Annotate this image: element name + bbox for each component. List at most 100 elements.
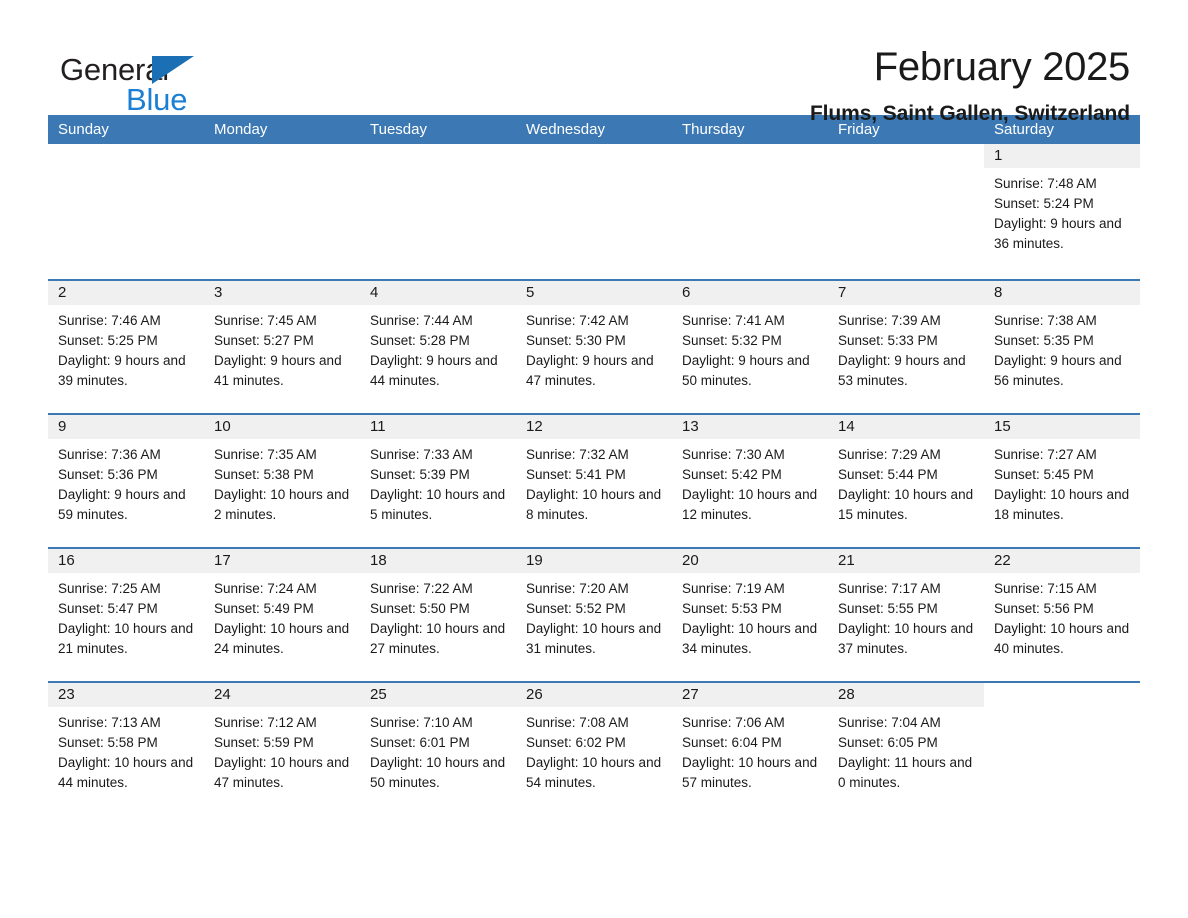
calendar-body: 1 Sunrise: 7:48 AM Sunset: 5:24 PM Daylight…: [48, 144, 1140, 815]
weekday-header-saturday: Saturday: [994, 121, 1055, 138]
calendar-cell-empty: [984, 683, 1140, 815]
sunrise-text: Sunrise: 7:10 AM: [370, 715, 473, 730]
calendar-day-cell[interactable]: 19 Sunrise: 7:20 AM Sunset: 5:52 PM Dayligh…: [516, 549, 672, 681]
sunrise-text: Sunrise: 7:45 AM: [214, 313, 317, 328]
calendar-day-cell[interactable]: 6 Sunrise: 7:41 AM Sunset: 5:32 PM Daylight…: [672, 281, 828, 413]
sunset-text: Sunset: 5:38 PM: [214, 467, 314, 482]
calendar-day-cell[interactable]: 23 Sunrise: 7:13 AM Sunset: 5:58 PM Dayligh…: [48, 683, 204, 815]
sunset-text: Sunset: 5:39 PM: [370, 467, 470, 482]
sunset-text: Sunset: 5:42 PM: [682, 467, 782, 482]
calendar-day-cell[interactable]: 13 Sunrise: 7:30 AM Sunset: 5:42 PM Dayligh…: [672, 415, 828, 547]
logo-triangle-icon: [152, 56, 194, 84]
day-number: 20: [672, 549, 828, 573]
sunset-text: Sunset: 5:53 PM: [682, 601, 782, 616]
general-blue-logo[interactable]: General Blue: [48, 46, 248, 122]
calendar-day-cell[interactable]: 4 Sunrise: 7:44 AM Sunset: 5:28 PM Daylight…: [360, 281, 516, 413]
calendar-day-cell[interactable]: 12 Sunrise: 7:32 AM Sunset: 5:41 PM Dayligh…: [516, 415, 672, 547]
sunset-text: Sunset: 5:49 PM: [214, 601, 314, 616]
sunrise-text: Sunrise: 7:27 AM: [994, 447, 1097, 462]
calendar-day-cell[interactable]: 28 Sunrise: 7:04 AM Sunset: 6:05 PM Dayligh…: [828, 683, 984, 815]
weekday-header-tuesday: Tuesday: [370, 121, 427, 138]
sunrise-text: Sunrise: 7:33 AM: [370, 447, 473, 462]
day-number: [48, 144, 204, 168]
day-number: 13: [672, 415, 828, 439]
calendar-cell-empty: [828, 144, 984, 279]
day-details: Sunrise: 7:44 AM Sunset: 5:28 PM Daylight:…: [360, 305, 516, 391]
daylight-text: Daylight: 9 hours and 41 minutes.: [214, 353, 342, 388]
sunrise-text: Sunrise: 7:46 AM: [58, 313, 161, 328]
sunrise-text: Sunrise: 7:32 AM: [526, 447, 629, 462]
daylight-text: Daylight: 11 hours and 0 minutes.: [838, 755, 973, 790]
day-details: Sunrise: 7:45 AM Sunset: 5:27 PM Daylight:…: [204, 305, 360, 391]
calendar-day-cell[interactable]: 8 Sunrise: 7:38 AM Sunset: 5:35 PM Daylight…: [984, 281, 1140, 413]
calendar-day-cell[interactable]: 1 Sunrise: 7:48 AM Sunset: 5:24 PM Daylight…: [984, 144, 1140, 279]
sunrise-text: Sunrise: 7:06 AM: [682, 715, 785, 730]
page-header: General Blue February 2025 Flums, Saint …: [48, 0, 1140, 125]
calendar-day-cell[interactable]: 25 Sunrise: 7:10 AM Sunset: 6:01 PM Dayligh…: [360, 683, 516, 815]
sunrise-text: Sunrise: 7:48 AM: [994, 176, 1097, 191]
day-number: 8: [984, 281, 1140, 305]
sunset-text: Sunset: 5:55 PM: [838, 601, 938, 616]
day-details: Sunrise: 7:12 AM Sunset: 5:59 PM Daylight:…: [204, 707, 360, 793]
day-number: 12: [516, 415, 672, 439]
calendar-day-cell[interactable]: 14 Sunrise: 7:29 AM Sunset: 5:44 PM Dayligh…: [828, 415, 984, 547]
calendar-week-row: 2 Sunrise: 7:46 AM Sunset: 5:25 PM Daylight…: [48, 279, 1140, 413]
calendar-cell-empty: [672, 144, 828, 279]
daylight-text: Daylight: 10 hours and 37 minutes.: [838, 621, 974, 656]
calendar-day-cell[interactable]: 20 Sunrise: 7:19 AM Sunset: 5:53 PM Dayligh…: [672, 549, 828, 681]
sunset-text: Sunset: 5:58 PM: [58, 735, 158, 750]
calendar-week-row: 1 Sunrise: 7:48 AM Sunset: 5:24 PM Daylight…: [48, 144, 1140, 279]
calendar-day-cell[interactable]: 21 Sunrise: 7:17 AM Sunset: 5:55 PM Dayligh…: [828, 549, 984, 681]
sunrise-text: Sunrise: 7:29 AM: [838, 447, 941, 462]
day-details: Sunrise: 7:30 AM Sunset: 5:42 PM Daylight:…: [672, 439, 828, 525]
day-details: Sunrise: 7:46 AM Sunset: 5:25 PM Daylight:…: [48, 305, 204, 391]
day-details: Sunrise: 7:38 AM Sunset: 5:35 PM Daylight:…: [984, 305, 1140, 391]
day-details: Sunrise: 7:48 AM Sunset: 5:24 PM Daylight:…: [984, 168, 1140, 254]
daylight-text: Daylight: 9 hours and 56 minutes.: [994, 353, 1122, 388]
day-number: 6: [672, 281, 828, 305]
calendar-cell-empty: [204, 144, 360, 279]
calendar-day-cell[interactable]: 11 Sunrise: 7:33 AM Sunset: 5:39 PM Dayligh…: [360, 415, 516, 547]
sunrise-text: Sunrise: 7:38 AM: [994, 313, 1097, 328]
daylight-text: Daylight: 10 hours and 47 minutes.: [214, 755, 350, 790]
calendar-page: General Blue February 2025 Flums, Saint …: [0, 0, 1188, 918]
day-number: 27: [672, 683, 828, 707]
day-number: [984, 683, 1140, 707]
page-title: February 2025: [873, 45, 1131, 89]
sunrise-text: Sunrise: 7:24 AM: [214, 581, 317, 596]
day-number: 26: [516, 683, 672, 707]
calendar-day-cell[interactable]: 10 Sunrise: 7:35 AM Sunset: 5:38 PM Dayligh…: [204, 415, 360, 547]
day-number: 22: [984, 549, 1140, 573]
calendar-day-cell[interactable]: 18 Sunrise: 7:22 AM Sunset: 5:50 PM Dayligh…: [360, 549, 516, 681]
day-number: [672, 144, 828, 168]
calendar-day-cell[interactable]: 3 Sunrise: 7:45 AM Sunset: 5:27 PM Daylight…: [204, 281, 360, 413]
sunset-text: Sunset: 6:01 PM: [370, 735, 470, 750]
calendar-day-cell[interactable]: 15 Sunrise: 7:27 AM Sunset: 5:45 PM Dayligh…: [984, 415, 1140, 547]
day-number: 23: [48, 683, 204, 707]
calendar-day-cell[interactable]: 24 Sunrise: 7:12 AM Sunset: 5:59 PM Dayligh…: [204, 683, 360, 815]
daylight-text: Daylight: 10 hours and 2 minutes.: [214, 487, 350, 522]
daylight-text: Daylight: 10 hours and 54 minutes.: [526, 755, 662, 790]
calendar-day-cell[interactable]: 7 Sunrise: 7:39 AM Sunset: 5:33 PM Daylight…: [828, 281, 984, 413]
calendar-day-cell[interactable]: 5 Sunrise: 7:42 AM Sunset: 5:30 PM Daylight…: [516, 281, 672, 413]
sunrise-text: Sunrise: 7:44 AM: [370, 313, 473, 328]
day-number: 18: [360, 549, 516, 573]
sunset-text: Sunset: 5:35 PM: [994, 333, 1094, 348]
calendar-day-cell[interactable]: 22 Sunrise: 7:15 AM Sunset: 5:56 PM Dayligh…: [984, 549, 1140, 681]
day-number: 7: [828, 281, 984, 305]
sunrise-text: Sunrise: 7:15 AM: [994, 581, 1097, 596]
day-number: 17: [204, 549, 360, 573]
day-number: [516, 144, 672, 168]
day-details: Sunrise: 7:08 AM Sunset: 6:02 PM Daylight:…: [516, 707, 672, 793]
calendar-day-cell[interactable]: 2 Sunrise: 7:46 AM Sunset: 5:25 PM Daylight…: [48, 281, 204, 413]
calendar-day-cell[interactable]: 16 Sunrise: 7:25 AM Sunset: 5:47 PM Dayligh…: [48, 549, 204, 681]
calendar-day-cell[interactable]: 17 Sunrise: 7:24 AM Sunset: 5:49 PM Dayligh…: [204, 549, 360, 681]
calendar-day-cell[interactable]: 27 Sunrise: 7:06 AM Sunset: 6:04 PM Dayligh…: [672, 683, 828, 815]
sunrise-text: Sunrise: 7:36 AM: [58, 447, 161, 462]
daylight-text: Daylight: 9 hours and 59 minutes.: [58, 487, 186, 522]
sunset-text: Sunset: 5:47 PM: [58, 601, 158, 616]
calendar-day-cell[interactable]: 26 Sunrise: 7:08 AM Sunset: 6:02 PM Dayligh…: [516, 683, 672, 815]
daylight-text: Daylight: 10 hours and 40 minutes.: [994, 621, 1130, 656]
calendar-day-cell[interactable]: 9 Sunrise: 7:36 AM Sunset: 5:36 PM Daylight…: [48, 415, 204, 547]
sunrise-text: Sunrise: 7:17 AM: [838, 581, 941, 596]
